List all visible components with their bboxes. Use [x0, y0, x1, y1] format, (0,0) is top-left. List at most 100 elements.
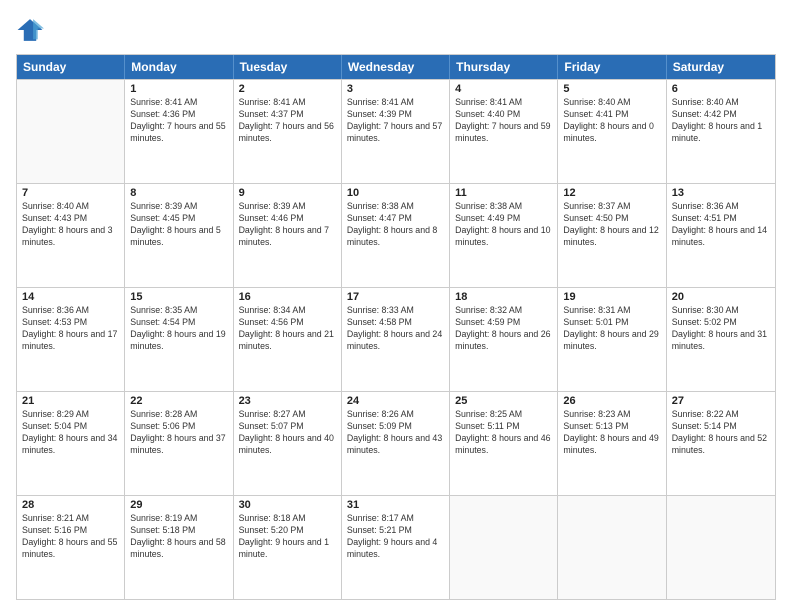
cell-info: Sunrise: 8:40 AM Sunset: 4:42 PM Dayligh…: [672, 97, 770, 145]
cell-info: Sunrise: 8:28 AM Sunset: 5:06 PM Dayligh…: [130, 409, 227, 457]
cell-day-number: 19: [563, 291, 660, 303]
cell-day-number: 4: [455, 83, 552, 95]
cell-info: Sunrise: 8:41 AM Sunset: 4:40 PM Dayligh…: [455, 97, 552, 145]
cell-day-number: 20: [672, 291, 770, 303]
cell-day-number: 25: [455, 395, 552, 407]
cell-info: Sunrise: 8:31 AM Sunset: 5:01 PM Dayligh…: [563, 305, 660, 353]
calendar-header-cell: Sunday: [17, 55, 125, 79]
calendar-week-row: 28 Sunrise: 8:21 AM Sunset: 5:16 PM Dayli…: [17, 495, 775, 599]
cell-info: Sunrise: 8:27 AM Sunset: 5:07 PM Dayligh…: [239, 409, 336, 457]
cell-day-number: 17: [347, 291, 444, 303]
calendar-cell: 26Sunrise: 8:23 AM Sunset: 5:13 PM Dayli…: [558, 392, 666, 495]
calendar-cell: 12 Sunrise: 8:37 AM Sunset: 4:50 PM Dayli…: [558, 184, 666, 287]
calendar-cell: 2 Sunrise: 8:41 AM Sunset: 4:37 PM Daylig…: [234, 80, 342, 183]
cell-day-number: 18: [455, 291, 552, 303]
cell-info: Sunrise: 8:19 AM Sunset: 5:18 PM Dayligh…: [130, 513, 227, 561]
calendar-cell: 19 Sunrise: 8:31 AM Sunset: 5:01 PM Dayli…: [558, 288, 666, 391]
cell-info: Sunrise: 8:38 AM Sunset: 4:49 PM Dayligh…: [455, 201, 552, 249]
calendar-cell: 23 Sunrise: 8:27 AM Sunset: 5:07 PM Dayli…: [234, 392, 342, 495]
cell-day-number: 28: [22, 499, 119, 511]
cell-info: Sunrise: 8:40 AM Sunset: 4:43 PM Dayligh…: [22, 201, 119, 249]
cell-info: Sunrise: 8:38 AM Sunset: 4:47 PM Dayligh…: [347, 201, 444, 249]
page: SundayMondayTuesdayWednesdayThursdayFrid…: [0, 0, 792, 612]
calendar-cell: 8 Sunrise: 8:39 AM Sunset: 4:45 PM Daylig…: [125, 184, 233, 287]
calendar-cell: 21Sunrise: 8:29 AM Sunset: 5:04 PM Dayli…: [17, 392, 125, 495]
calendar-cell: 6 Sunrise: 8:40 AM Sunset: 4:42 PM Daylig…: [667, 80, 775, 183]
cell-info: Sunrise: 8:41 AM Sunset: 4:36 PM Dayligh…: [130, 97, 227, 145]
cell-day-number: 27: [672, 395, 770, 407]
cell-info: Sunrise: 8:18 AM Sunset: 5:20 PM Dayligh…: [239, 513, 336, 561]
calendar-cell: 25 Sunrise: 8:25 AM Sunset: 5:11 PM Dayli…: [450, 392, 558, 495]
cell-info: Sunrise: 8:36 AM Sunset: 4:53 PM Dayligh…: [22, 305, 119, 353]
cell-day-number: 22: [130, 395, 227, 407]
calendar-cell: 15Sunrise: 8:35 AM Sunset: 4:54 PM Dayli…: [125, 288, 233, 391]
cell-info: Sunrise: 8:37 AM Sunset: 4:50 PM Dayligh…: [563, 201, 660, 249]
cell-info: Sunrise: 8:21 AM Sunset: 5:16 PM Dayligh…: [22, 513, 119, 561]
cell-info: Sunrise: 8:34 AM Sunset: 4:56 PM Dayligh…: [239, 305, 336, 353]
cell-info: Sunrise: 8:35 AM Sunset: 4:54 PM Dayligh…: [130, 305, 227, 353]
cell-day-number: 1: [130, 83, 227, 95]
calendar: SundayMondayTuesdayWednesdayThursdayFrid…: [16, 54, 776, 600]
cell-day-number: 23: [239, 395, 336, 407]
cell-info: Sunrise: 8:25 AM Sunset: 5:11 PM Dayligh…: [455, 409, 552, 457]
cell-info: Sunrise: 8:36 AM Sunset: 4:51 PM Dayligh…: [672, 201, 770, 249]
cell-day-number: 8: [130, 187, 227, 199]
calendar-cell: 5Sunrise: 8:40 AM Sunset: 4:41 PM Daylig…: [558, 80, 666, 183]
calendar-cell: [558, 496, 666, 599]
cell-info: Sunrise: 8:33 AM Sunset: 4:58 PM Dayligh…: [347, 305, 444, 353]
cell-info: Sunrise: 8:39 AM Sunset: 4:45 PM Dayligh…: [130, 201, 227, 249]
calendar-header-cell: Friday: [558, 55, 666, 79]
header: [16, 16, 776, 44]
calendar-cell: 7 Sunrise: 8:40 AM Sunset: 4:43 PM Daylig…: [17, 184, 125, 287]
calendar-cell: 27 Sunrise: 8:22 AM Sunset: 5:14 PM Dayli…: [667, 392, 775, 495]
cell-day-number: 16: [239, 291, 336, 303]
calendar-body: 1 Sunrise: 8:41 AM Sunset: 4:36 PM Daylig…: [17, 79, 775, 599]
calendar-cell: 30 Sunrise: 8:18 AM Sunset: 5:20 PM Dayli…: [234, 496, 342, 599]
cell-day-number: 11: [455, 187, 552, 199]
cell-info: Sunrise: 8:22 AM Sunset: 5:14 PM Dayligh…: [672, 409, 770, 457]
cell-day-number: 6: [672, 83, 770, 95]
calendar-cell: 14 Sunrise: 8:36 AM Sunset: 4:53 PM Dayli…: [17, 288, 125, 391]
calendar-cell: 10 Sunrise: 8:38 AM Sunset: 4:47 PM Dayli…: [342, 184, 450, 287]
cell-day-number: 12: [563, 187, 660, 199]
calendar-cell: 3 Sunrise: 8:41 AM Sunset: 4:39 PM Daylig…: [342, 80, 450, 183]
logo-icon: [16, 16, 44, 44]
cell-day-number: 29: [130, 499, 227, 511]
cell-day-number: 31: [347, 499, 444, 511]
calendar-week-row: 14 Sunrise: 8:36 AM Sunset: 4:53 PM Dayli…: [17, 287, 775, 391]
calendar-cell: 20 Sunrise: 8:30 AM Sunset: 5:02 PM Dayli…: [667, 288, 775, 391]
calendar-cell: 4 Sunrise: 8:41 AM Sunset: 4:40 PM Daylig…: [450, 80, 558, 183]
calendar-cell: 28 Sunrise: 8:21 AM Sunset: 5:16 PM Dayli…: [17, 496, 125, 599]
logo: [16, 16, 48, 44]
cell-day-number: 14: [22, 291, 119, 303]
calendar-cell: 11 Sunrise: 8:38 AM Sunset: 4:49 PM Dayli…: [450, 184, 558, 287]
cell-day-number: 13: [672, 187, 770, 199]
cell-info: Sunrise: 8:32 AM Sunset: 4:59 PM Dayligh…: [455, 305, 552, 353]
cell-info: Sunrise: 8:17 AM Sunset: 5:21 PM Dayligh…: [347, 513, 444, 561]
calendar-cell: [17, 80, 125, 183]
cell-day-number: 3: [347, 83, 444, 95]
calendar-cell: 17 Sunrise: 8:33 AM Sunset: 4:58 PM Dayli…: [342, 288, 450, 391]
calendar-cell: 22 Sunrise: 8:28 AM Sunset: 5:06 PM Dayli…: [125, 392, 233, 495]
calendar-header-cell: Saturday: [667, 55, 775, 79]
cell-info: Sunrise: 8:41 AM Sunset: 4:37 PM Dayligh…: [239, 97, 336, 145]
cell-day-number: 2: [239, 83, 336, 95]
calendar-cell: 1 Sunrise: 8:41 AM Sunset: 4:36 PM Daylig…: [125, 80, 233, 183]
calendar-cell: [667, 496, 775, 599]
calendar-cell: 9Sunrise: 8:39 AM Sunset: 4:46 PM Daylig…: [234, 184, 342, 287]
calendar-cell: [450, 496, 558, 599]
cell-info: Sunrise: 8:30 AM Sunset: 5:02 PM Dayligh…: [672, 305, 770, 353]
cell-day-number: 5: [563, 83, 660, 95]
calendar-cell: 29 Sunrise: 8:19 AM Sunset: 5:18 PM Dayli…: [125, 496, 233, 599]
calendar-cell: 16 Sunrise: 8:34 AM Sunset: 4:56 PM Dayli…: [234, 288, 342, 391]
cell-day-number: 30: [239, 499, 336, 511]
cell-day-number: 26: [563, 395, 660, 407]
cell-day-number: 7: [22, 187, 119, 199]
calendar-header-cell: Wednesday: [342, 55, 450, 79]
cell-info: Sunrise: 8:29 AM Sunset: 5:04 PM Dayligh…: [22, 409, 119, 457]
calendar-header-row: SundayMondayTuesdayWednesdayThursdayFrid…: [17, 55, 775, 79]
cell-day-number: 10: [347, 187, 444, 199]
cell-info: Sunrise: 8:41 AM Sunset: 4:39 PM Dayligh…: [347, 97, 444, 145]
calendar-header-cell: Monday: [125, 55, 233, 79]
calendar-week-row: 1 Sunrise: 8:41 AM Sunset: 4:36 PM Daylig…: [17, 79, 775, 183]
